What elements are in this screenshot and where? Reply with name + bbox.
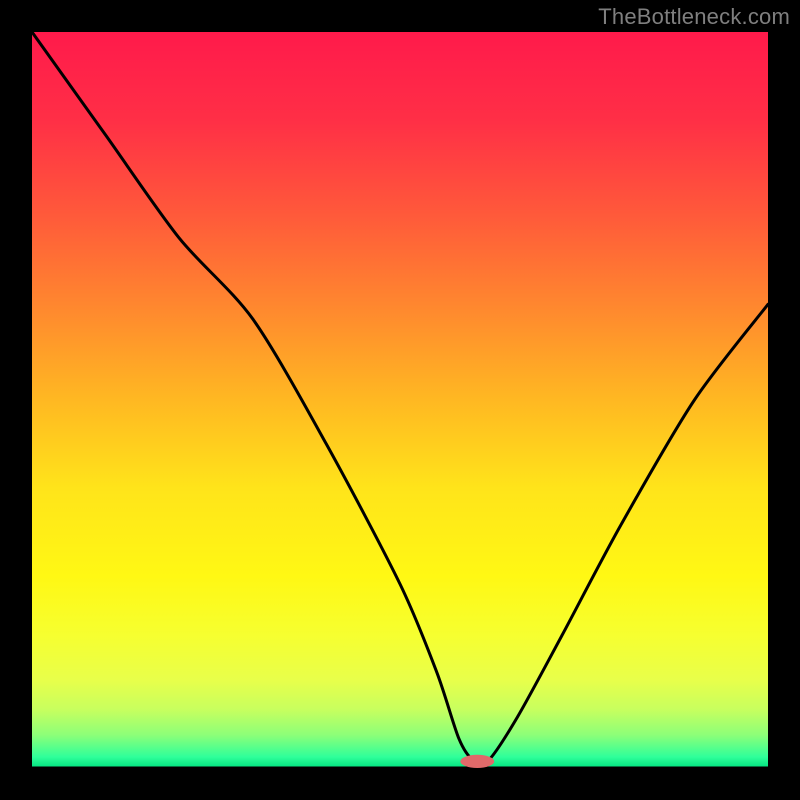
gradient-background — [32, 32, 768, 768]
attribution-label: TheBottleneck.com — [598, 4, 790, 30]
chart-frame: TheBottleneck.com — [0, 0, 800, 800]
optimum-marker — [460, 755, 494, 768]
bottleneck-chart — [0, 0, 800, 800]
